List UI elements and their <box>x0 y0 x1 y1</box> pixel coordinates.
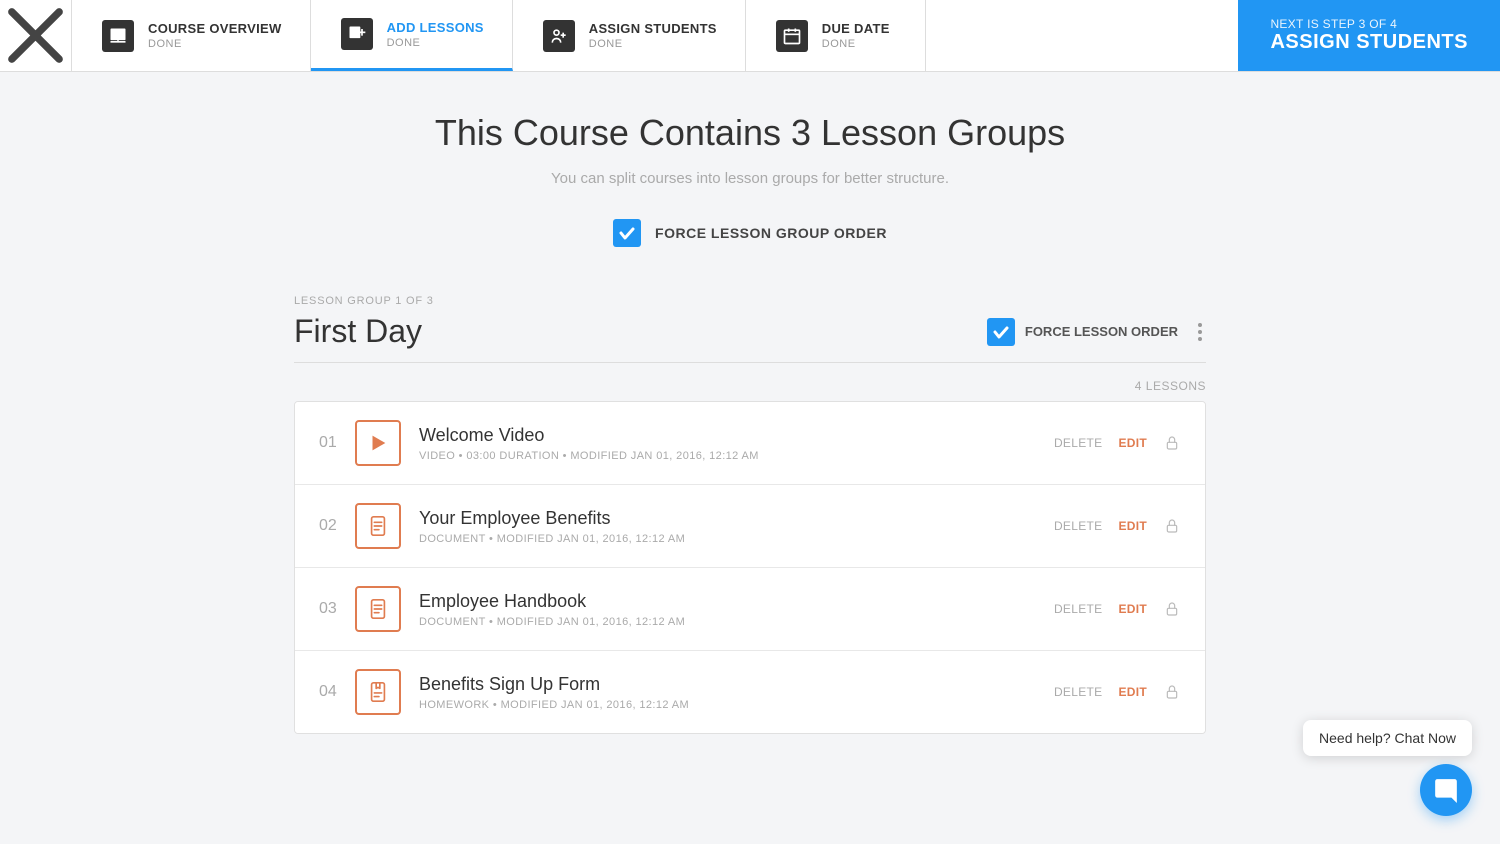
homework-icon <box>355 669 401 715</box>
step-3-title: ASSIGN STUDENTS <box>589 21 717 36</box>
lesson-info: Your Employee Benefits DOCUMENT • Modifi… <box>419 508 1054 545</box>
step-add-lessons[interactable]: ADD LESSONS DONE <box>311 0 513 71</box>
force-lesson-order-label: FORCE LESSON ORDER <box>1025 324 1178 339</box>
close-button[interactable] <box>0 0 72 71</box>
delete-button[interactable]: DELETE <box>1054 436 1102 450</box>
lesson-title: Welcome Video <box>419 425 1054 446</box>
chat-widget: Need help? Chat Now <box>1303 720 1472 816</box>
lock-icon[interactable] <box>1163 600 1181 618</box>
step-2-title: ADD LESSONS <box>387 20 484 35</box>
lesson-info: Benefits Sign Up Form HOMEWORK • Modifie… <box>419 674 1054 711</box>
edit-button[interactable]: EDIT <box>1118 685 1147 699</box>
lesson-info: Employee Handbook DOCUMENT • Modified Ja… <box>419 591 1054 628</box>
assign-students-icon <box>541 18 577 54</box>
document-icon <box>355 586 401 632</box>
lesson-group-1: LESSON GROUP 1 OF 3 First Day FORCE LESS… <box>294 295 1206 734</box>
lesson-title: Your Employee Benefits <box>419 508 1054 529</box>
edit-button[interactable]: EDIT <box>1118 602 1147 616</box>
force-lesson-order-row: FORCE LESSON ORDER <box>987 318 1178 346</box>
step-2-sub: DONE <box>387 37 484 49</box>
lesson-meta: VIDEO • 03:00 DURATION • Modified Jan 01… <box>419 450 1054 462</box>
lesson-item: 02 Your Employee Benefits DOCUMENT • Mod… <box>295 485 1205 568</box>
lesson-meta: DOCUMENT • Modified Jan 01, 2016, 12:12 … <box>419 533 1054 545</box>
lesson-num: 04 <box>319 683 355 701</box>
video-icon <box>355 420 401 466</box>
lesson-meta: DOCUMENT • Modified Jan 01, 2016, 12:12 … <box>419 616 1054 628</box>
step-assign-students[interactable]: ASSIGN STUDENTS DONE <box>513 0 746 71</box>
lesson-title: Benefits Sign Up Form <box>419 674 1054 695</box>
step-3-sub: DONE <box>589 38 717 50</box>
lesson-item: 03 Employee Handbook DOCUMENT • Modified… <box>295 568 1205 651</box>
lesson-actions: DELETE EDIT <box>1054 683 1181 701</box>
delete-button[interactable]: DELETE <box>1054 602 1102 616</box>
step-4-sub: DONE <box>822 38 890 50</box>
force-group-order-row: FORCE LESSON GROUP ORDER <box>294 219 1206 247</box>
edit-button[interactable]: EDIT <box>1118 436 1147 450</box>
top-nav: COURSE OVERVIEW DONE ADD LESSONS DONE AS… <box>0 0 1500 72</box>
step-1-title: COURSE OVERVIEW <box>148 21 282 36</box>
lesson-item: 01 Welcome Video VIDEO • 03:00 DURATION … <box>295 402 1205 485</box>
chat-button[interactable] <box>1420 764 1472 816</box>
step-due-date[interactable]: DUE DATE DONE <box>746 0 926 71</box>
edit-button[interactable]: EDIT <box>1118 519 1147 533</box>
lock-icon[interactable] <box>1163 434 1181 452</box>
step-4-title: DUE DATE <box>822 21 890 36</box>
lesson-group-meta: LESSON GROUP 1 OF 3 <box>294 295 1206 307</box>
lesson-num: 01 <box>319 434 355 452</box>
lesson-meta: HOMEWORK • Modified Jan 01, 2016, 12:12 … <box>419 699 1054 711</box>
step-1-sub: DONE <box>148 38 282 50</box>
lesson-actions: DELETE EDIT <box>1054 434 1181 452</box>
document-icon <box>355 503 401 549</box>
step-course-overview[interactable]: COURSE OVERVIEW DONE <box>72 0 311 71</box>
main-content: This Course Contains 3 Lesson Groups You… <box>270 72 1230 822</box>
lesson-list: 01 Welcome Video VIDEO • 03:00 DURATION … <box>294 401 1206 734</box>
lesson-actions: DELETE EDIT <box>1054 600 1181 618</box>
force-group-order-checkbox[interactable] <box>613 219 641 247</box>
next-step-button[interactable]: NEXT IS STEP 3 OF 4 ASSIGN STUDENTS <box>1238 0 1500 71</box>
force-group-order-label: FORCE LESSON GROUP ORDER <box>655 225 887 241</box>
lesson-num: 02 <box>319 517 355 535</box>
lesson-info: Welcome Video VIDEO • 03:00 DURATION • M… <box>419 425 1054 462</box>
lesson-actions: DELETE EDIT <box>1054 517 1181 535</box>
lesson-group-name: First Day <box>294 313 422 350</box>
page-subtitle: You can split courses into lesson groups… <box>294 170 1206 187</box>
lesson-num: 03 <box>319 600 355 618</box>
delete-button[interactable]: DELETE <box>1054 519 1102 533</box>
lesson-title: Employee Handbook <box>419 591 1054 612</box>
chat-bubble: Need help? Chat Now <box>1303 720 1472 756</box>
page-title: This Course Contains 3 Lesson Groups <box>294 112 1206 154</box>
lock-icon[interactable] <box>1163 517 1181 535</box>
add-lessons-icon <box>339 16 375 52</box>
delete-button[interactable]: DELETE <box>1054 685 1102 699</box>
next-step-sub: NEXT IS STEP 3 OF 4 <box>1270 17 1397 31</box>
lesson-group-header: First Day FORCE LESSON ORDER <box>294 313 1206 363</box>
more-options-button[interactable] <box>1194 323 1206 341</box>
lesson-item: 04 Benefits Sign Up Form HOMEWORK • Modi… <box>295 651 1205 733</box>
force-lesson-order-checkbox[interactable] <box>987 318 1015 346</box>
next-step-label: ASSIGN STUDENTS <box>1270 31 1468 54</box>
lessons-count: 4 LESSONS <box>294 379 1206 393</box>
group-header-right: FORCE LESSON ORDER <box>987 318 1206 346</box>
course-overview-icon <box>100 18 136 54</box>
lock-icon[interactable] <box>1163 683 1181 701</box>
due-date-icon <box>774 18 810 54</box>
